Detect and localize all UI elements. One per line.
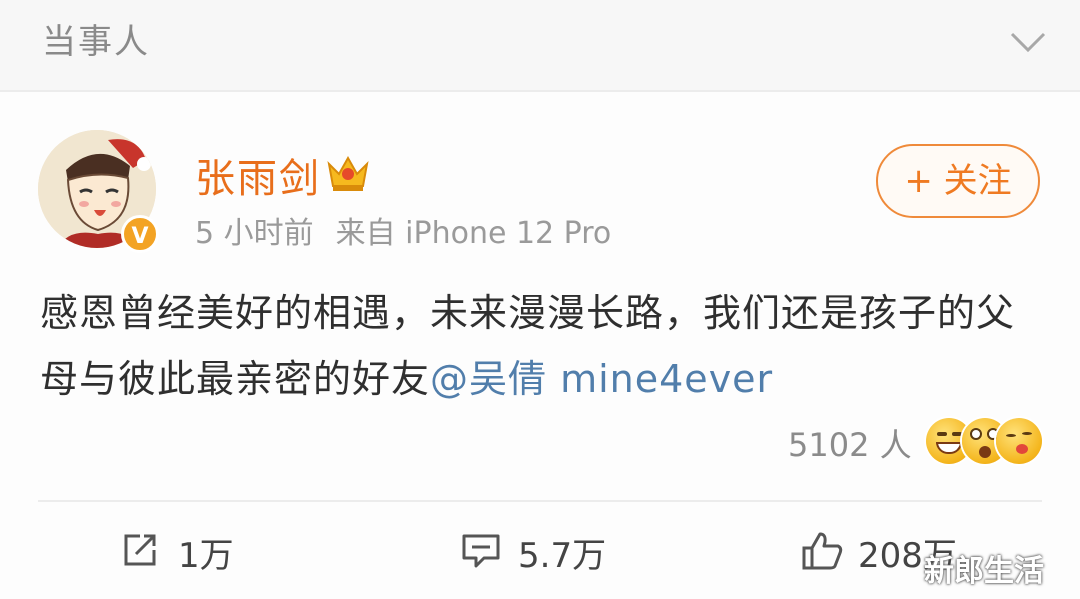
repost-button[interactable]: 1万 [120,528,280,578]
crown-badge-icon [327,155,369,191]
comment-button[interactable]: 5.7万 [460,528,640,578]
section-title: 当事人 [42,22,150,62]
kiss-emoji-icon [996,418,1042,464]
verified-badge-icon: V [121,215,159,253]
follow-button[interactable]: + 关注 [876,144,1040,218]
comment-icon [462,534,500,568]
divider [38,500,1042,502]
repost-icon [124,534,156,566]
post-meta: 5 小时前 来自 iPhone 12 Pro [195,208,611,252]
reaction-count[interactable]: 5102 人 [788,420,912,466]
comment-count: 5.7万 [518,536,607,576]
mention-link[interactable]: @吴倩 mine4ever [430,357,773,401]
top-bar: 当事人 [0,0,1080,92]
watermark: 新郎生活 [924,554,1044,589]
post-source: 来自 iPhone 12 Pro [335,216,612,251]
post-time: 5 小时前 [195,216,314,251]
author-name[interactable]: 张雨剑 [195,146,321,204]
thumbs-up-icon [802,532,843,570]
repost-count: 1万 [178,536,234,576]
chevron-down-icon[interactable] [1008,26,1048,56]
post-text: 感恩曾经美好的相遇，未来漫漫长路，我们还是孩子的父母与彼此最亲密的好友@吴倩 m… [40,280,1050,412]
